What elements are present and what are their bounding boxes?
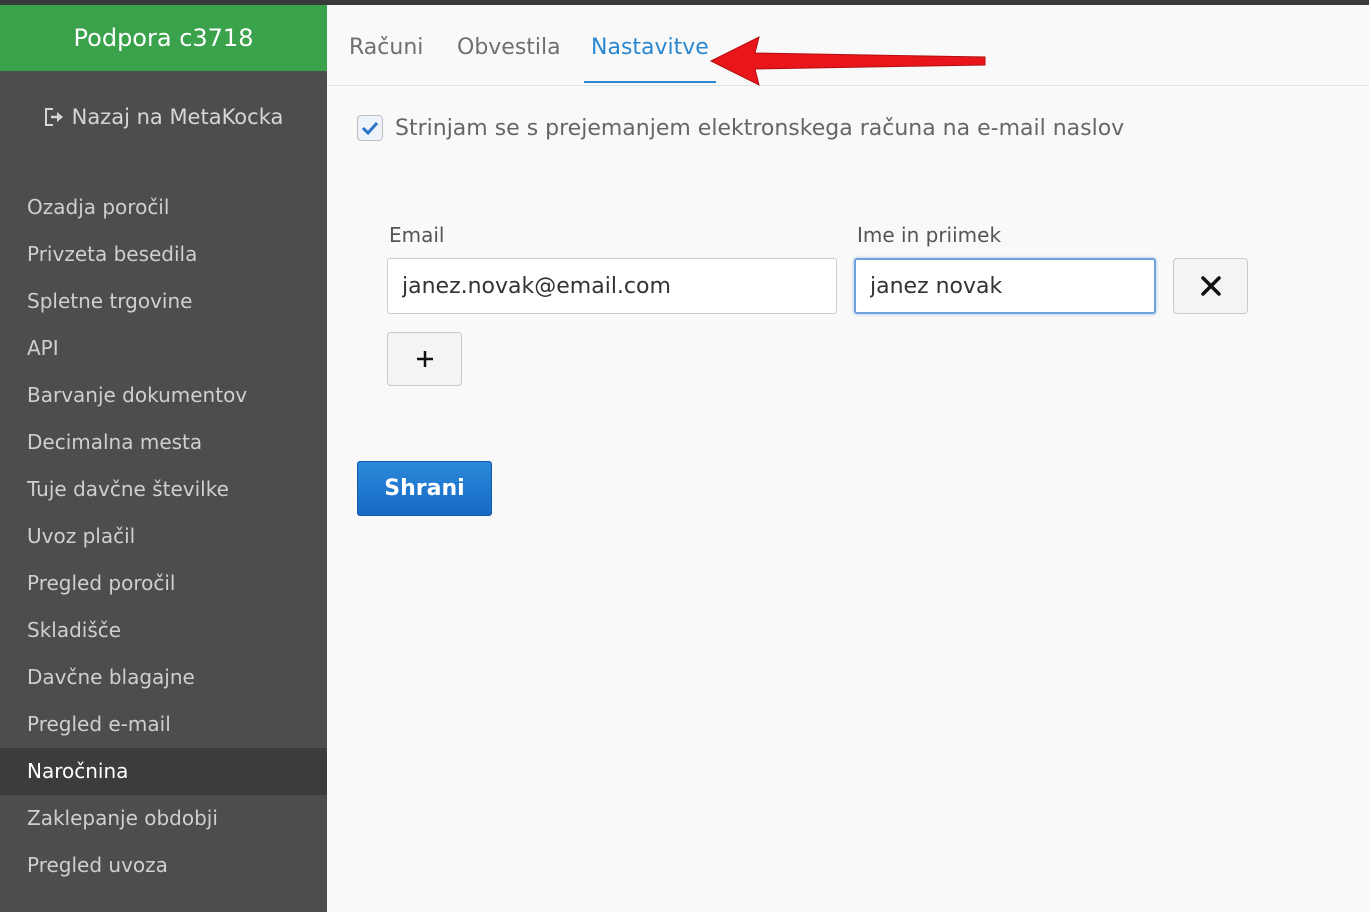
sidebar-item-tuje-davcne-stevilke[interactable]: Tuje davčne številke	[0, 466, 327, 513]
back-to-metakocka-link[interactable]: Nazaj na MetaKocka	[0, 101, 327, 133]
annotation-arrow-icon	[709, 36, 986, 86]
sidebar-item-api[interactable]: API	[0, 325, 327, 372]
sidebar-item-ozadja-porocil[interactable]: Ozadja poročil	[0, 184, 327, 231]
sidebar-item-uvoz-placil[interactable]: Uvoz plačil	[0, 513, 327, 560]
brand-header: Podpora c3718	[0, 5, 327, 71]
save-button[interactable]: Shrani	[357, 461, 492, 516]
consent-checkbox-row[interactable]: Strinjam se s prejemanjem elektronskega …	[357, 115, 1124, 141]
email-field[interactable]	[387, 258, 837, 314]
sidebar: Podpora c3718 Nazaj na MetaKocka Ozadja …	[0, 5, 327, 912]
sidebar-item-pregled-email[interactable]: Pregled e-mail	[0, 701, 327, 748]
main-content: Računi Obvestila Nastavitve Strinjam se …	[327, 5, 1369, 912]
checkmark-icon	[361, 121, 379, 136]
sidebar-item-barvanje-dokumentov[interactable]: Barvanje dokumentov	[0, 372, 327, 419]
name-label: Ime in priimek	[857, 223, 1002, 247]
tab-obvestila[interactable]: Obvestila	[450, 35, 568, 83]
remove-recipient-button[interactable]	[1173, 258, 1248, 314]
tab-racuni[interactable]: Računi	[342, 35, 430, 83]
add-recipient-button[interactable]	[387, 332, 462, 386]
sidebar-item-skladisce[interactable]: Skladišče	[0, 607, 327, 654]
sidebar-item-spletne-trgovine[interactable]: Spletne trgovine	[0, 278, 327, 325]
consent-label: Strinjam se s prejemanjem elektronskega …	[395, 115, 1125, 141]
sidebar-menu: Ozadja poročil Privzeta besedila Spletne…	[0, 184, 327, 889]
close-icon	[1200, 276, 1221, 296]
sign-out-icon	[44, 107, 66, 127]
name-field[interactable]	[854, 258, 1156, 314]
sidebar-item-davcne-blagajne[interactable]: Davčne blagajne	[0, 654, 327, 701]
sidebar-item-pregled-uvoza[interactable]: Pregled uvoza	[0, 842, 327, 889]
sidebar-item-zaklepanje-obdobji[interactable]: Zaklepanje obdobji	[0, 795, 327, 842]
email-label: Email	[389, 223, 445, 247]
consent-checkbox[interactable]	[357, 115, 383, 141]
sidebar-item-pregled-porocil[interactable]: Pregled poročil	[0, 560, 327, 607]
sidebar-item-narocnina[interactable]: Naročnina	[0, 748, 327, 795]
plus-icon	[416, 351, 433, 367]
back-link-label: Nazaj na MetaKocka	[71, 105, 284, 129]
sidebar-item-privzeta-besedila[interactable]: Privzeta besedila	[0, 231, 327, 278]
tab-nastavitve[interactable]: Nastavitve	[584, 35, 716, 83]
sidebar-item-decimalna-mesta[interactable]: Decimalna mesta	[0, 419, 327, 466]
